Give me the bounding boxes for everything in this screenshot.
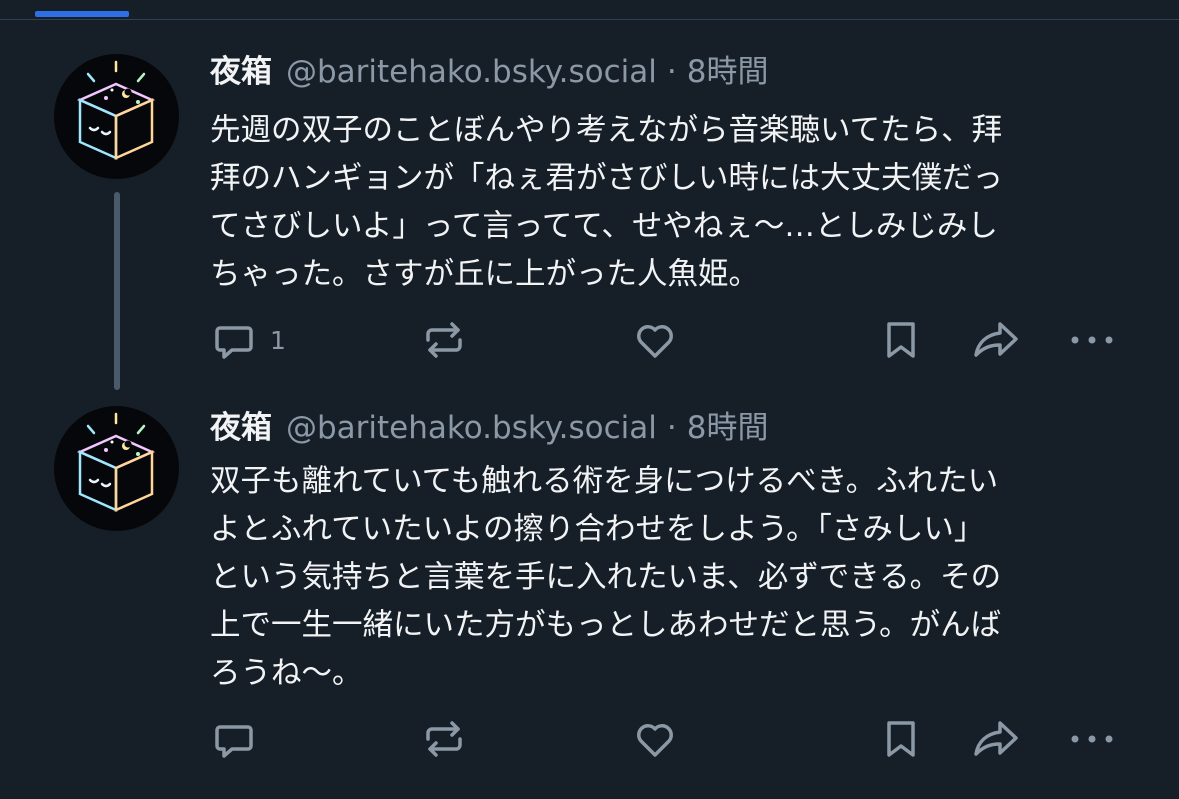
share-button[interactable] (970, 715, 1022, 763)
like-icon (637, 724, 673, 757)
post-text-line: という気持ちと言葉を手に入れたいま、必ずできる。その (210, 560, 1002, 595)
bookmark-icon (887, 322, 915, 358)
post-actions: 1 (0, 310, 1179, 370)
post-text-line: よとふれていたいよの擦り合わせをしよう。「さみしい」 (210, 512, 985, 547)
bookmark-button[interactable] (877, 316, 925, 364)
cube-avatar-icon (76, 412, 156, 512)
like-button[interactable] (631, 316, 679, 364)
post[interactable]: 夜箱 @baritehako.bsky.social · 8時間 双子も離れてい… (0, 392, 1179, 799)
post-text-line: てさびしいよ」って言ってて、せやねぇ〜…としみじみし (210, 209, 998, 244)
post-header: 夜箱 @baritehako.bsky.social · 8時間 (210, 50, 768, 94)
like-icon (637, 325, 673, 358)
reply-icon (215, 725, 253, 758)
bookmark-button[interactable] (877, 715, 925, 763)
post-text-line: 拜のハンギョンが「ねぇ君がさびしい時には大丈夫僕だっ (210, 161, 1003, 196)
avatar[interactable] (54, 406, 179, 531)
post-text: 先週の双子のことぼんやり考えながら音楽聴いてたら、拜 拜のハンギョンが「ねぇ君が… (210, 107, 1130, 299)
reply-count: 1 (270, 325, 286, 355)
post-header: 夜箱 @baritehako.bsky.social · 8時間 (210, 406, 768, 450)
more-icon (1071, 735, 1113, 743)
cube-avatar-icon (76, 60, 156, 160)
more-icon (1071, 336, 1113, 344)
repost-button[interactable] (420, 715, 468, 763)
tab-bar (0, 0, 1179, 20)
bookmark-icon (887, 721, 915, 757)
post-actions (0, 709, 1179, 769)
author-handle[interactable]: @baritehako.bsky.social (286, 50, 657, 94)
share-icon (974, 322, 1018, 357)
separator: · (666, 410, 677, 446)
timestamp[interactable]: 8時間 (687, 406, 769, 450)
post-text-line: ちゃった。さすが丘に上がった人魚姫。 (210, 257, 759, 292)
reply-button[interactable]: 1 (210, 316, 286, 364)
repost-icon (426, 322, 462, 358)
repost-icon (426, 721, 462, 757)
share-icon (974, 721, 1018, 756)
share-button[interactable] (970, 316, 1022, 364)
post-text-line: 双子も離れていても触れる術を身につけるべき。ふれたい (210, 464, 999, 499)
more-options-button[interactable] (1066, 316, 1118, 364)
post-text-line: 上で一生一緒にいた方がもっとしあわせだと思う。がんば (210, 608, 1002, 643)
post-text-line: 先週の双子のことぼんやり考えながら音楽聴いてたら、拜 (210, 113, 1003, 148)
author-name[interactable]: 夜箱 (210, 406, 272, 450)
timestamp[interactable]: 8時間 (687, 50, 769, 94)
active-tab-indicator (35, 11, 129, 17)
like-button[interactable] (631, 715, 679, 763)
avatar[interactable] (54, 54, 179, 179)
more-options-button[interactable] (1066, 715, 1118, 763)
post-text: 双子も離れていても触れる術を身につけるべき。ふれたい よとふれていたいよの擦り合… (210, 458, 1130, 698)
author-name[interactable]: 夜箱 (210, 50, 272, 94)
post[interactable]: 夜箱 @baritehako.bsky.social · 8時間 先週の双子のこ… (0, 20, 1179, 392)
separator: · (666, 54, 677, 90)
author-handle[interactable]: @baritehako.bsky.social (286, 406, 657, 450)
post-text-line: ろうね〜。 (210, 656, 363, 691)
reply-button[interactable] (210, 715, 258, 763)
repost-button[interactable] (420, 316, 468, 364)
reply-icon (215, 326, 253, 359)
